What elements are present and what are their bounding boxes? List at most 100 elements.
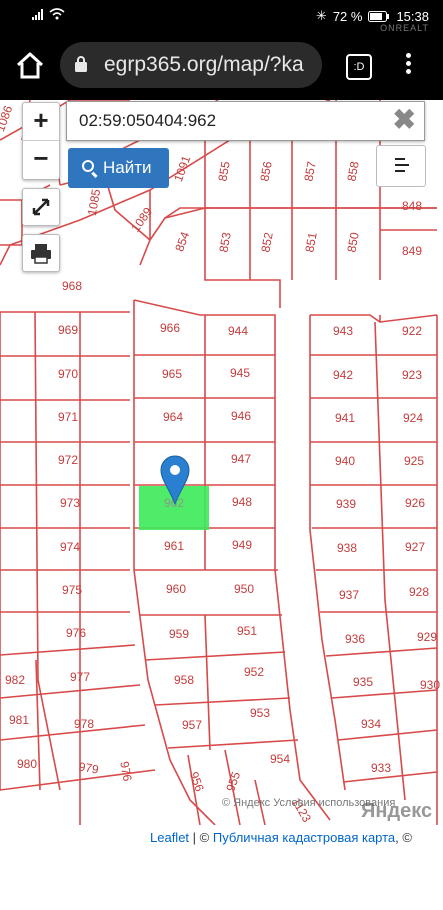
- parcel-label-950: 950: [234, 582, 254, 596]
- parcel-label-969: 969: [58, 323, 78, 337]
- parcel-label-943: 943: [333, 324, 353, 338]
- parcel-label-1091: 1091: [171, 153, 193, 183]
- parcel-label-937: 937: [339, 588, 359, 602]
- parcel-label-953: 953: [250, 706, 270, 720]
- bluetooth-icon: ✳: [315, 8, 327, 23]
- attribution-separator: | ©: [192, 830, 210, 845]
- parcel-label-971: 971: [58, 410, 78, 424]
- parcel-label-930: 930: [420, 678, 440, 692]
- map-attribution: Leaflet | © Публичная кадастровая карта,…: [150, 830, 412, 845]
- parcel-label-940: 940: [335, 454, 355, 468]
- parcel-label-936: 936: [345, 632, 365, 646]
- clear-icon[interactable]: ✖: [393, 106, 416, 134]
- parcel-label-924: 924: [403, 411, 423, 425]
- parcel-label-858: 858: [344, 160, 361, 182]
- parcel-label-981: 981: [9, 713, 29, 727]
- parcel-label-948: 948: [232, 495, 252, 509]
- parcel-label-979: 979: [78, 759, 100, 776]
- parcel-label-1085: 1085: [85, 188, 103, 217]
- zoom-control: + −: [22, 102, 60, 180]
- parcel-label-848: 848: [402, 199, 422, 213]
- expand-icon: [32, 198, 50, 216]
- parcel-label-854: 854: [172, 230, 192, 254]
- parcel-label-942: 942: [333, 368, 353, 382]
- parcel-label-852: 852: [258, 231, 275, 253]
- parcel-label-1086: 1086: [0, 103, 15, 133]
- parcel-label-972: 972: [58, 453, 78, 467]
- battery-text: 72 %: [332, 8, 363, 24]
- find-button[interactable]: Найти: [68, 148, 169, 188]
- parcel-label-934: 934: [361, 717, 381, 731]
- parcel-label-850: 850: [344, 231, 361, 253]
- print-button[interactable]: [22, 234, 60, 272]
- parcel-label-973: 973: [60, 496, 80, 510]
- parcel-label-929: 929: [417, 630, 437, 644]
- parcel-label-957: 957: [182, 718, 202, 732]
- parcel-layer[interactable]: 1086109185585685785884710851089854853852…: [0, 100, 443, 825]
- parcel-label-955: 955: [223, 770, 243, 794]
- parcel-label-949: 949: [232, 538, 252, 552]
- parcel-label-925: 925: [404, 454, 424, 468]
- tabs-button[interactable]: :D: [346, 54, 372, 80]
- url-bar[interactable]: egrp365.org/map/?ka: [60, 42, 322, 88]
- parcel-label-965: 965: [162, 367, 182, 381]
- yandex-logo: Яндекс: [361, 800, 433, 822]
- parcel-label-960: 960: [166, 582, 186, 596]
- parcel-label-978: 978: [74, 717, 94, 731]
- leaflet-link[interactable]: Leaflet: [150, 830, 189, 845]
- parcel-label-952: 952: [244, 665, 264, 679]
- find-button-label: Найти: [103, 158, 152, 177]
- layers-menu-button[interactable]: [376, 145, 426, 187]
- battery-icon: [368, 10, 390, 22]
- parcel-label-956: 956: [187, 770, 207, 794]
- clock: 15:38: [396, 8, 429, 24]
- printer-icon: [31, 244, 51, 264]
- cadastral-map[interactable]: 1086109185585685785884710851089854853852…: [0, 100, 443, 825]
- parcel-label-970: 970: [58, 367, 78, 381]
- signal-icon: [32, 8, 43, 20]
- cadastral-search-field[interactable]: 02:59:050404:962 ✖: [66, 101, 425, 141]
- parcel-label-1089: 1089: [128, 204, 155, 234]
- search-input[interactable]: 02:59:050404:962: [79, 111, 216, 131]
- parcel-label-975: 975: [62, 583, 82, 597]
- parcel-label-857: 857: [301, 160, 318, 182]
- overflow-menu-icon[interactable]: [398, 50, 418, 82]
- parcel-label-974: 974: [60, 540, 80, 554]
- parcel-label-927: 927: [405, 540, 425, 554]
- parcel-label-922: 922: [402, 324, 422, 338]
- parcel-label-944: 944: [228, 324, 248, 338]
- url-text: egrp365.org/map/?ka: [104, 53, 304, 76]
- parcel-label-977: 977: [70, 670, 90, 684]
- browser-toolbar: egrp365.org/map/?ka :D: [0, 32, 443, 100]
- parcel-label-923: 923: [402, 368, 422, 382]
- parcel-label-855: 855: [215, 160, 232, 182]
- parcel-label-961: 961: [164, 539, 184, 553]
- parcel-label-968: 968: [62, 279, 82, 293]
- parcel-label-935: 935: [353, 675, 373, 689]
- search-icon: [82, 160, 94, 172]
- parcel-label-856: 856: [257, 160, 274, 182]
- parcel-label-976: 976: [66, 626, 86, 640]
- parcel-label-958: 958: [174, 673, 194, 687]
- parcel-label-966: 966: [160, 321, 180, 335]
- parcel-label-926: 926: [405, 496, 425, 510]
- parcel-label-853: 853: [216, 231, 233, 253]
- parcel-label-851: 851: [302, 231, 319, 253]
- parcel-label-933: 933: [371, 761, 391, 775]
- fullscreen-button[interactable]: [22, 188, 60, 226]
- wifi-icon: [49, 8, 65, 20]
- parcel-label-980: 980: [17, 757, 37, 771]
- home-icon[interactable]: [14, 50, 46, 82]
- parcel-label-928: 928: [409, 585, 429, 599]
- lock-icon: [75, 56, 87, 72]
- parcel-label-954: 954: [270, 752, 290, 766]
- parcel-label-945: 945: [230, 366, 250, 380]
- parcel-label-938: 938: [337, 541, 357, 555]
- zoom-out-button[interactable]: −: [23, 141, 59, 178]
- parcel-label-946: 946: [231, 409, 251, 423]
- parcel-label-976: 976: [117, 760, 134, 782]
- parcel-label-947: 947: [231, 452, 251, 466]
- parcel-label-951: 951: [237, 624, 257, 638]
- kadastr-link[interactable]: Публичная кадастровая карта: [213, 830, 395, 845]
- zoom-in-button[interactable]: +: [23, 103, 59, 141]
